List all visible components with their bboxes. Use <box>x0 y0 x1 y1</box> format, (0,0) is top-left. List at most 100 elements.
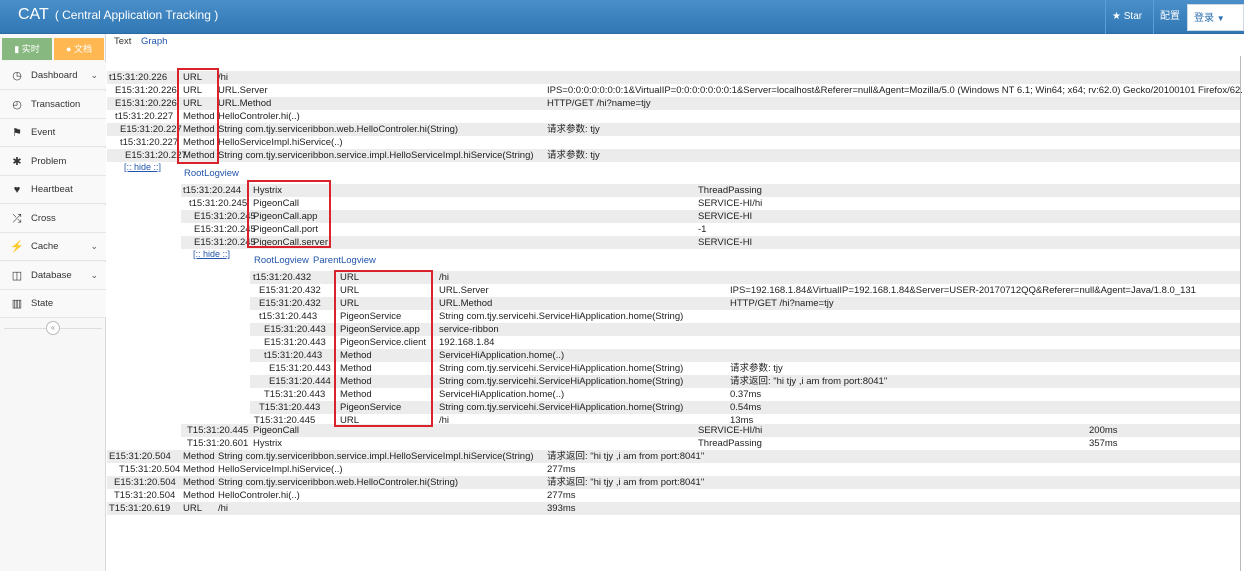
login-dropdown[interactable]: 登录 ▼ <box>1187 4 1244 31</box>
bolt-icon: ⚡ <box>10 241 24 253</box>
collapse-sidebar-icon[interactable]: « <box>46 321 60 335</box>
log-time: t15:31:20.245 <box>189 198 248 209</box>
log-type: Hystrix <box>253 438 283 449</box>
brand[interactable]: CAT ( Central Application Tracking ) <box>18 6 218 24</box>
log-row: E15:31:20.227 Method String com.tjy.servic… <box>107 149 1240 162</box>
log-name: ServiceHiApplication.home(..) <box>439 350 565 361</box>
log-time: T15:31:20.504 <box>119 464 181 475</box>
sidebar-item-label: State <box>31 298 54 309</box>
log-name: /hi <box>218 503 229 514</box>
sidebar-item-label: Transaction <box>31 98 81 110</box>
log-time: T15:31:20.601 <box>187 438 249 449</box>
log-row: T15:31:20.504 Method HelloServiceImpl.hiSe… <box>107 463 1240 476</box>
log-name: HelloServiceImpl.hiService(..) <box>218 137 343 148</box>
sidebar-item-database[interactable]: ◫ Database ⌄ <box>0 261 106 290</box>
log-type: Method <box>183 477 215 488</box>
realtime-button[interactable]: ▮ 实时 <box>2 38 52 60</box>
log-time: E15:31:20.443 <box>264 337 326 348</box>
log-row: T15:31:20.619 URL/hi 393ms <box>107 502 1240 515</box>
sidebar-item-label: Database <box>31 269 72 281</box>
log-name: URL.Method <box>218 98 272 109</box>
config-label: 配置 <box>1160 11 1180 22</box>
star-button[interactable]: ★ Star <box>1105 0 1152 34</box>
highlight-box <box>177 68 219 164</box>
log-data: SERVICE-HI/hi <box>698 198 763 209</box>
config-button[interactable]: 配置 <box>1153 0 1186 34</box>
log-row: t15:31:20.227 Method HelloControler.hi(..) <box>107 110 1240 123</box>
sidebar-item-heartbeat[interactable]: ♥ Heartbeat <box>0 176 106 204</box>
log-row: E15:31:20.226 URL URL.Server IPS=0:0:0:0:0:… <box>107 84 1243 97</box>
flag-icon: ⚑ <box>12 127 22 139</box>
log-time: E15:31:20.432 <box>259 285 321 296</box>
log-name: 192.168.1.84 <box>439 337 495 348</box>
sidebar-shortcuts: ▮ 实时 ● 文档 <box>2 38 106 60</box>
cat-app: CAT ( Central Application Tracking ) ★ St… <box>0 0 1244 571</box>
log-name: URL.Method <box>439 298 493 309</box>
top-navbar: CAT ( Central Application Tracking ) ★ St… <box>0 0 1244 34</box>
log-row: E15:31:20.245 PigeonCall.app SERVICE-HI <box>181 210 1240 223</box>
sidebar-item-cache[interactable]: ⚡ Cache ⌄ <box>0 233 106 261</box>
sidebar-item-event[interactable]: ⚑ Event <box>0 119 106 147</box>
log-type: Method <box>183 490 215 501</box>
star-icon: ★ <box>1112 11 1121 22</box>
log-name: String com.tjy.serviceribbon.service.imp… <box>218 451 534 462</box>
log-data: 请求参数: tjy <box>730 363 783 374</box>
sidebar-item-state[interactable]: ▥ State <box>0 290 106 318</box>
log-data: ThreadPassing <box>698 185 762 196</box>
sidebar-item-problem[interactable]: ✱ Problem <box>0 147 106 176</box>
log-data: -1 <box>698 224 707 235</box>
log-row: t15:31:20.226 URL/hi <box>107 71 1240 84</box>
log-time: T15:31:20.504 <box>114 490 176 501</box>
star-label: Star <box>1123 11 1143 22</box>
log-name: URL.Server <box>439 285 489 296</box>
log-name: service-ribbon <box>439 324 499 335</box>
chevron-down-icon[interactable]: ⌄ <box>90 241 98 252</box>
log-name: String com.tjy.serviceribbon.service.imp… <box>218 150 534 161</box>
app-title: CAT <box>18 6 49 23</box>
log-name: String com.tjy.servicehi.ServiceHiApplic… <box>439 311 684 322</box>
log-row: E15:31:20.504 Method String com.tjy.servic… <box>107 450 1240 463</box>
log-time: E15:31:20.226 <box>115 85 177 96</box>
log-row: E15:31:20.226 URL URL.Method HTTP/GET /hi?n… <box>107 97 1240 110</box>
log-time: T15:31:20.443 <box>264 389 326 400</box>
log-data: 请求参数: tjy <box>547 124 600 135</box>
log-data: ThreadPassing <box>698 438 762 449</box>
log-time: E15:31:20.227 <box>120 124 182 135</box>
root-logview-link[interactable]: RootLogview <box>254 255 309 266</box>
signal-icon: ▮ <box>14 44 20 54</box>
sidebar-item-cross[interactable]: ⤮ Cross <box>0 204 106 233</box>
sidebar-item-dashboard[interactable]: ◷ Dashboard ⌄ <box>0 62 106 90</box>
log-row: t15:31:20.227 Method HelloServiceImpl.hiSe… <box>107 136 1240 149</box>
log-data: 277ms <box>547 490 576 501</box>
tab-graph[interactable]: Graph <box>141 36 167 47</box>
log-type: Method <box>183 464 215 475</box>
log-time: T15:31:20.443 <box>259 402 321 413</box>
log-data: 请求返回: "hi tjy ,i am from port:8041" <box>547 451 705 462</box>
sidebar-item-transaction[interactable]: ◴ Transaction <box>0 90 106 119</box>
chevron-down-icon[interactable]: ⌄ <box>90 70 98 81</box>
log-time: E15:31:20.444 <box>269 376 331 387</box>
log-time: t15:31:20.443 <box>264 350 323 361</box>
sidebar: ▮ 实时 ● 文档 ◷ Dashboard ⌄ ◴ Transaction ⚑ Event ✱… <box>0 34 106 571</box>
log-data: SERVICE-HI <box>698 211 753 222</box>
log-time: t15:31:20.226 <box>109 72 168 83</box>
tab-text[interactable]: Text <box>114 36 131 47</box>
log-row: E15:31:20.245 PigeonCall.port -1 <box>181 223 1240 236</box>
log-data: HTTP/GET /hi?name=tjy <box>547 98 651 109</box>
dashboard-icon: ◷ <box>12 70 22 82</box>
log-data: 0.37ms <box>730 389 762 400</box>
log-time: E15:31:20.504 <box>114 477 176 488</box>
docs-button[interactable]: ● 文档 <box>54 38 104 60</box>
log-row: E15:31:20.245 PigeonCall.server SERVICE-HI <box>181 236 1240 249</box>
parent-logview-link[interactable]: ParentLogview <box>313 255 376 266</box>
hide-link[interactable]: [:: hide ::] <box>124 162 161 172</box>
root-logview-link[interactable]: RootLogview <box>184 168 239 179</box>
bar-chart-icon: ▥ <box>11 298 23 310</box>
log-name: HelloControler.hi(..) <box>218 490 300 501</box>
hide-link[interactable]: [:: hide ::] <box>193 249 230 259</box>
sidebar-item-label: Dashboard <box>31 70 78 81</box>
sidebar-item-label: Cross <box>31 212 56 224</box>
log-duration: 200ms <box>1089 425 1118 436</box>
log-data: HTTP/GET /hi?name=tjy <box>730 298 834 309</box>
chevron-down-icon[interactable]: ⌄ <box>90 270 98 281</box>
